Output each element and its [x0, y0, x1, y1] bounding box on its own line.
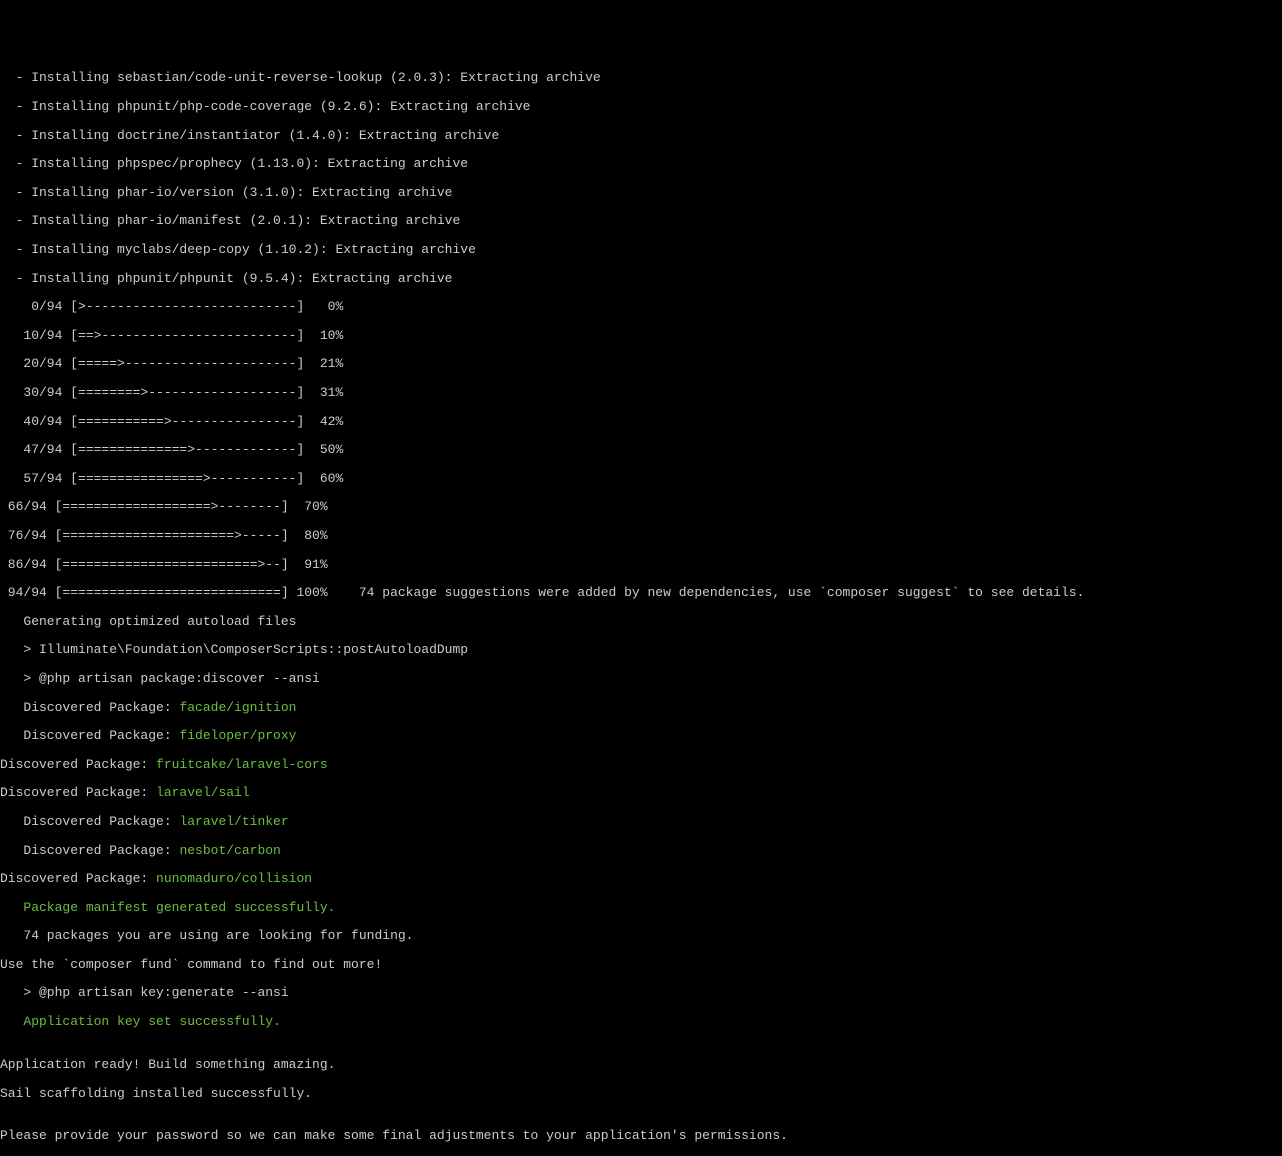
progress-bar-final: 94/94 [============================] 100…	[0, 586, 1282, 600]
script-line: > Illuminate\Foundation\ComposerScripts:…	[0, 643, 1282, 657]
install-line: - Installing phpunit/phpunit (9.5.4): Ex…	[0, 272, 1282, 286]
progress-bar: 76/94 [======================>-----] 80%	[0, 529, 1282, 543]
progress-bar: 20/94 [=====>----------------------] 21%	[0, 357, 1282, 371]
install-line: - Installing phpspec/prophecy (1.13.0): …	[0, 157, 1282, 171]
terminal-output: - Installing sebastian/code-unit-reverse…	[0, 57, 1282, 1156]
progress-bar: 40/94 [===========>----------------] 42%	[0, 415, 1282, 429]
install-line: - Installing phpunit/php-code-coverage (…	[0, 100, 1282, 114]
autoload-line: Generating optimized autoload files	[0, 615, 1282, 629]
progress-bar: 66/94 [===================>--------] 70%	[0, 500, 1282, 514]
discovered-line: Discovered Package: facade/ignition	[0, 701, 1282, 715]
install-line: - Installing sebastian/code-unit-reverse…	[0, 71, 1282, 85]
progress-bar: 30/94 [========>-------------------] 31%	[0, 386, 1282, 400]
password-prompt: Please provide your password so we can m…	[0, 1129, 1282, 1143]
keyset-line: Application key set successfully.	[0, 1015, 1282, 1029]
sail-line: Sail scaffolding installed successfully.	[0, 1087, 1282, 1101]
discovered-line: Discovered Package: nunomaduro/collision	[0, 872, 1282, 886]
install-line: - Installing phar-io/manifest (2.0.1): E…	[0, 214, 1282, 228]
discovered-line: Discovered Package: laravel/sail	[0, 786, 1282, 800]
funding-line: 74 packages you are using are looking fo…	[0, 929, 1282, 943]
install-line: - Installing myclabs/deep-copy (1.10.2):…	[0, 243, 1282, 257]
install-line: - Installing phar-io/version (3.1.0): Ex…	[0, 186, 1282, 200]
manifest-line: Package manifest generated successfully.	[0, 901, 1282, 915]
script-line: > @php artisan package:discover --ansi	[0, 672, 1282, 686]
install-line: - Installing doctrine/instantiator (1.4.…	[0, 129, 1282, 143]
keygen-line: > @php artisan key:generate --ansi	[0, 986, 1282, 1000]
progress-bar: 10/94 [==>-------------------------] 10%	[0, 329, 1282, 343]
discovered-line: Discovered Package: nesbot/carbon	[0, 844, 1282, 858]
ready-line: Application ready! Build something amazi…	[0, 1058, 1282, 1072]
progress-bar: 0/94 [>---------------------------] 0%	[0, 300, 1282, 314]
progress-bar: 86/94 [=========================>--] 91%	[0, 558, 1282, 572]
discovered-line: Discovered Package: fruitcake/laravel-co…	[0, 758, 1282, 772]
discovered-line: Discovered Package: fideloper/proxy	[0, 729, 1282, 743]
discovered-line: Discovered Package: laravel/tinker	[0, 815, 1282, 829]
funding-line: Use the `composer fund` command to find …	[0, 958, 1282, 972]
progress-bar: 57/94 [================>-----------] 60%	[0, 472, 1282, 486]
progress-bar: 47/94 [==============>-------------] 50%	[0, 443, 1282, 457]
